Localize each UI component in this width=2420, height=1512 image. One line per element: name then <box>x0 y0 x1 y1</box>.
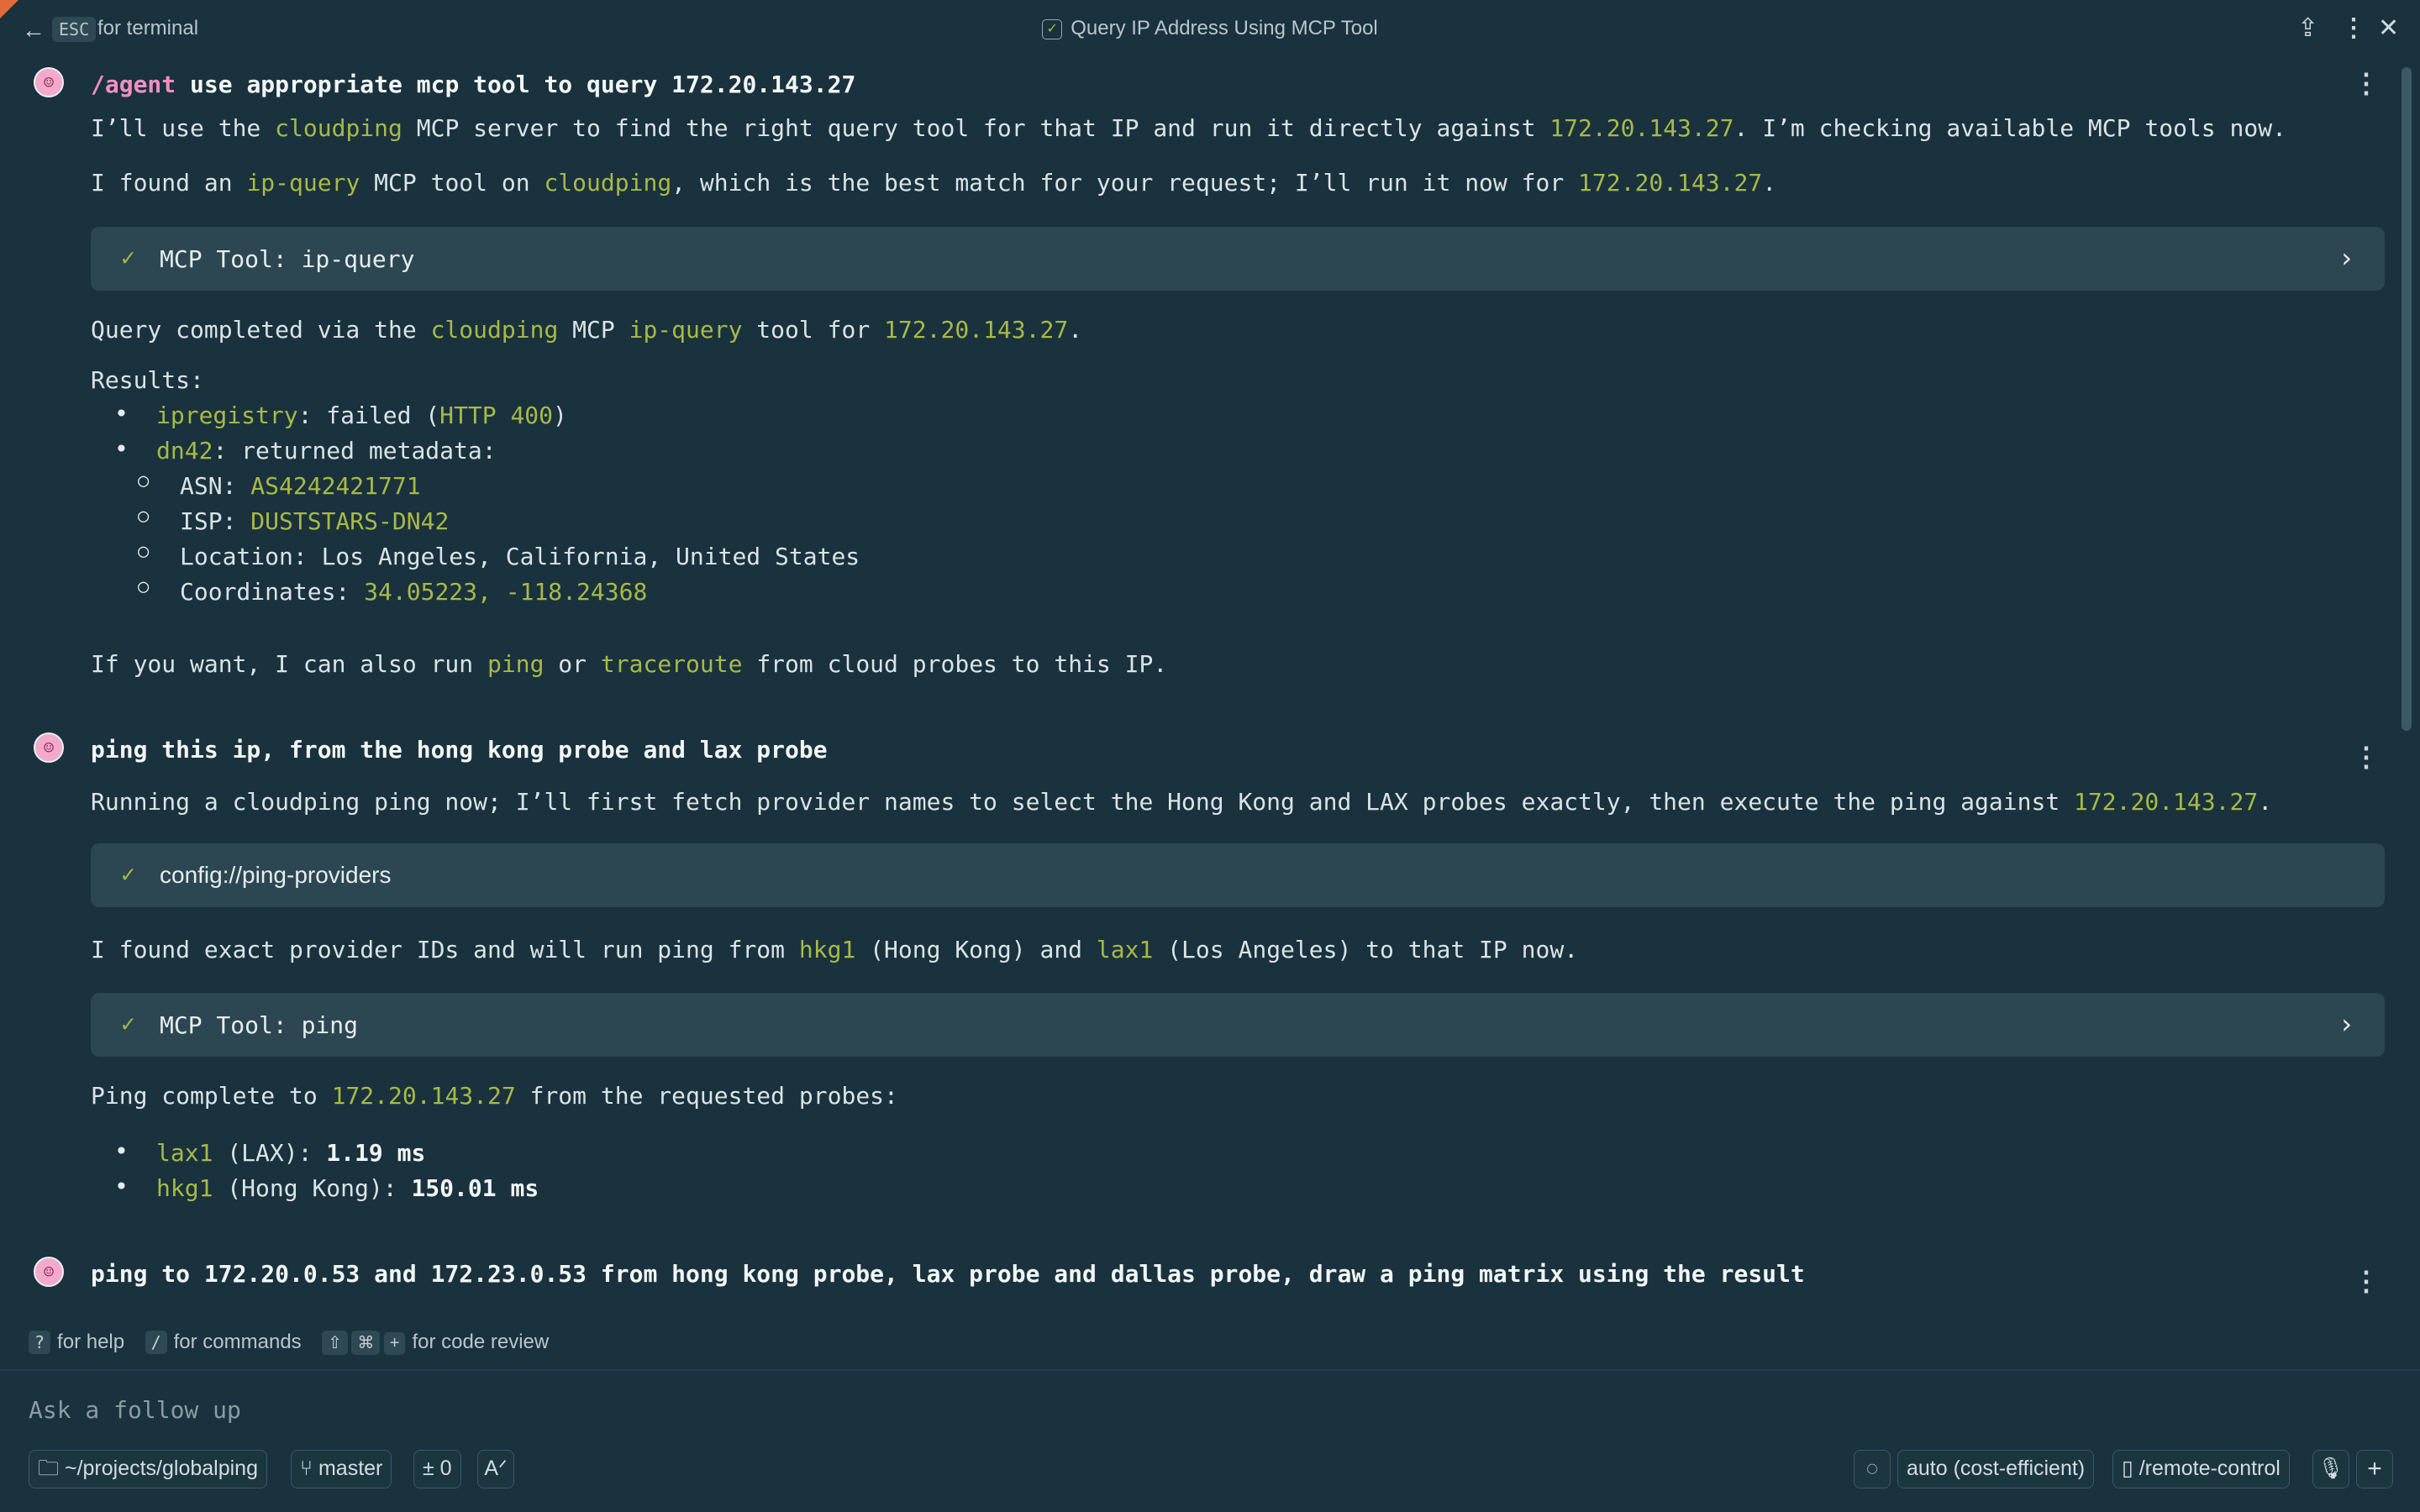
check-icon: ✓ <box>121 1010 135 1037</box>
agent-text-line: I found exact provider IDs and will run … <box>91 936 1579 963</box>
close-icon[interactable]: ✕ <box>2378 13 2399 43</box>
tool-call-ping[interactable]: ✓ MCP Tool: ping › <box>91 993 2385 1057</box>
follow-up-input[interactable]: Ask a follow up <box>29 1396 241 1424</box>
agent-text-line: Running a cloudping ping now; I’ll first… <box>91 788 2273 816</box>
font-style-icon[interactable]: Aᐟ <box>477 1450 514 1488</box>
folder-chip[interactable]: 🗀 ~/projects/globalping <box>29 1450 267 1488</box>
input-divider <box>0 1369 2420 1371</box>
message-menu-icon[interactable]: ⋮ <box>2353 67 2380 99</box>
agent-text-line: If you want, I can also run ping or trac… <box>91 650 1168 678</box>
resource-fetch-ping-providers[interactable]: ✓ config://ping-providers <box>91 843 2385 907</box>
folder-icon: 🗀 <box>38 1457 60 1480</box>
shift-key: ⇧ <box>322 1331 348 1355</box>
keyboard-hints: ? for help / for commands ⇧ ⌘ + for code re… <box>0 1319 2420 1369</box>
list-item: dn42: returned metadata: <box>156 437 497 465</box>
agent-text-line: I found an ip-query MCP tool on cloudpin… <box>91 169 1777 197</box>
bullet-dot: • <box>114 1173 129 1200</box>
add-icon[interactable]: + <box>2356 1450 2393 1488</box>
remote-control-chip[interactable]: ▯ /remote-control <box>2112 1450 2290 1488</box>
user-message: ☺ ping this ip, from the hong kong probe… <box>0 724 2420 773</box>
agent-text-line: I’ll use the cloudping MCP server to fin… <box>91 114 2286 142</box>
plus-key: + <box>383 1332 406 1355</box>
list-item: Coordinates: 34.05223, -118.24368 <box>180 578 648 606</box>
chevron-right-icon[interactable]: › <box>2338 242 2354 274</box>
check-icon: ✓ <box>121 244 135 271</box>
bullet-dot: • <box>114 435 129 463</box>
check-icon: ✓ <box>121 860 135 888</box>
list-item: lax1 (LAX): 1.19 ms <box>156 1139 426 1167</box>
tool-call-ip-query[interactable]: ✓ MCP Tool: ip-query › <box>91 227 2385 291</box>
microphone-icon[interactable]: 🎙 <box>2312 1450 2349 1488</box>
list-item: Location: Los Angeles, California, Unite… <box>180 543 860 570</box>
conversation-title: ✓ Query IP Address Using MCP Tool <box>0 17 2420 40</box>
share-icon[interactable]: ⇪ <box>2297 13 2318 43</box>
list-item: hkg1 (Hong Kong): 150.01 ms <box>156 1174 539 1202</box>
spinner-icon: ◌ <box>1854 1450 1891 1488</box>
user-avatar: ☺ <box>34 1257 64 1287</box>
check-icon: ✓ <box>1042 18 1063 39</box>
bullet-circle: ○ <box>138 506 150 527</box>
results-label: Results: <box>91 366 204 394</box>
bullet-circle: ○ <box>138 470 150 491</box>
git-branch-icon: ⑂ <box>300 1457 313 1480</box>
list-item: ISP: DUSTSTARS-DN42 <box>180 507 450 535</box>
model-selector[interactable]: auto (cost-efficient) <box>1897 1450 2095 1488</box>
list-item: ASN: AS4242421771 <box>180 472 421 500</box>
diff-count-chip[interactable]: ± 0 <box>413 1450 461 1488</box>
commands-key: / <box>145 1331 167 1354</box>
user-prompt: /agent use appropriate mcp tool to query… <box>91 71 856 98</box>
more-options-icon[interactable]: ⋮ <box>2341 13 2366 43</box>
agent-text-line: Query completed via the cloudping MCP ip… <box>91 316 1083 344</box>
bullet-dot: • <box>114 400 129 428</box>
status-bar: 🗀 ~/projects/globalping ⑂ master ± 0 Aᐟ … <box>0 1450 2420 1494</box>
user-prompt: ping this ip, from the hong kong probe a… <box>91 736 828 764</box>
user-avatar: ☺ <box>34 732 64 763</box>
bullet-circle: ○ <box>138 541 150 562</box>
bullet-dot: • <box>114 1137 129 1165</box>
conversation-pane: ☺ /agent use appropriate mcp tool to que… <box>0 47 2420 1324</box>
phone-icon: ▯ <box>2122 1457 2133 1480</box>
message-menu-icon[interactable]: ⋮ <box>2353 1265 2380 1297</box>
agent-text-line: Ping complete to 172.20.143.27 from the … <box>91 1082 898 1110</box>
user-message: ☺ ping to 172.20.0.53 and 172.23.0.53 fr… <box>0 1248 2420 1297</box>
user-message: ☺ /agent use appropriate mcp tool to que… <box>0 59 2420 101</box>
cmd-key: ⌘ <box>351 1331 381 1355</box>
user-avatar: ☺ <box>34 67 64 97</box>
branch-chip[interactable]: ⑂ master <box>291 1450 392 1488</box>
message-menu-icon[interactable]: ⋮ <box>2353 741 2380 773</box>
chevron-right-icon[interactable]: › <box>2338 1008 2354 1040</box>
help-key: ? <box>29 1331 51 1354</box>
user-prompt: ping to 172.20.0.53 and 172.23.0.53 from… <box>91 1260 1805 1288</box>
bullet-circle: ○ <box>138 576 150 597</box>
list-item: ipregistry: failed (HTTP 400) <box>156 402 567 429</box>
